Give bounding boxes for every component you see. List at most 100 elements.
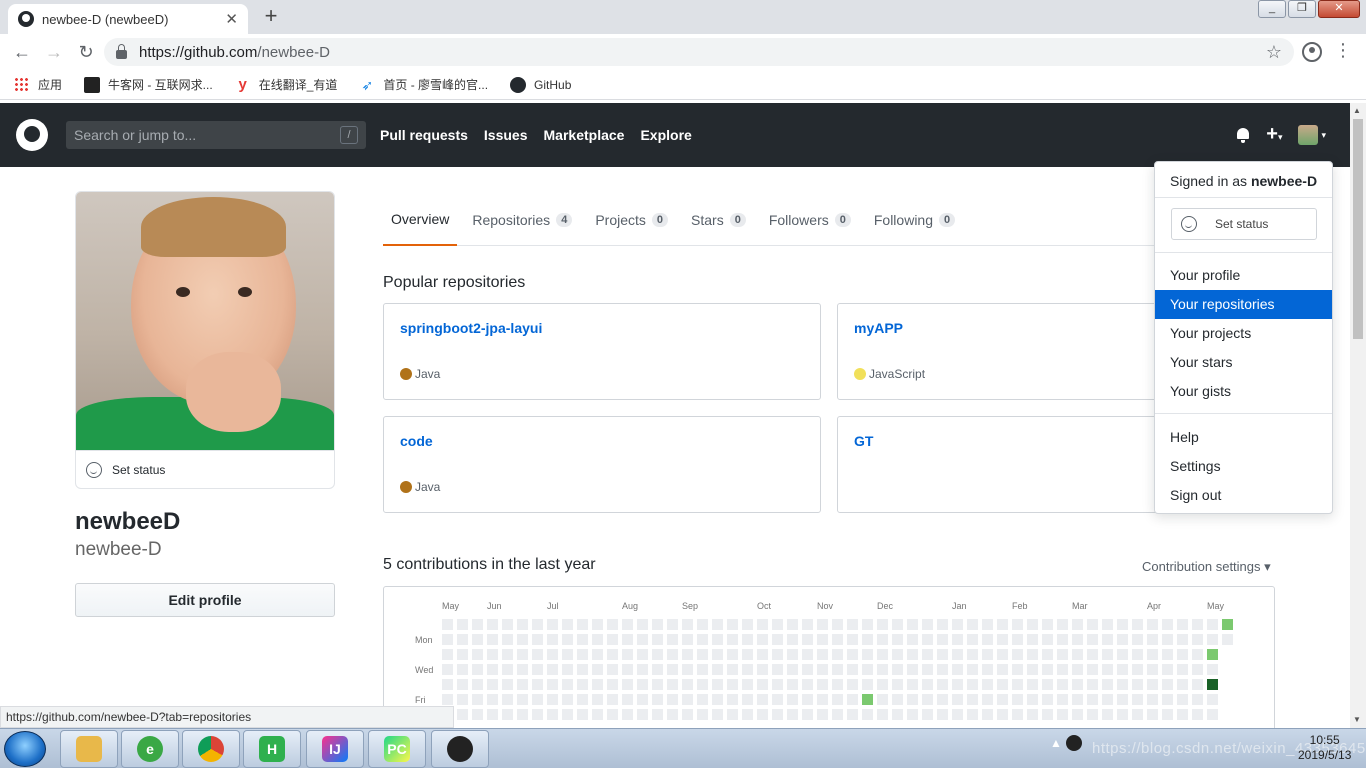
contribution-day-cell[interactable] xyxy=(667,619,678,630)
contribution-day-cell[interactable] xyxy=(1012,619,1023,630)
contribution-day-cell[interactable] xyxy=(1102,709,1113,720)
contribution-day-cell[interactable] xyxy=(1072,664,1083,675)
contribution-day-cell[interactable] xyxy=(562,679,573,690)
menu-help[interactable]: Help xyxy=(1155,423,1332,452)
contribution-day-cell[interactable] xyxy=(1207,709,1218,720)
contribution-day-cell[interactable] xyxy=(487,679,498,690)
contribution-day-cell[interactable] xyxy=(907,634,918,645)
contribution-day-cell[interactable] xyxy=(637,664,648,675)
set-status-button[interactable]: Set status xyxy=(1171,208,1317,240)
contribution-day-cell[interactable] xyxy=(982,694,993,705)
contribution-day-cell[interactable] xyxy=(787,664,798,675)
contribution-day-cell[interactable] xyxy=(1177,694,1188,705)
contribution-day-cell[interactable] xyxy=(577,694,588,705)
contribution-day-cell[interactable] xyxy=(682,664,693,675)
contribution-day-cell[interactable] xyxy=(1162,694,1173,705)
browser-account-icon[interactable] xyxy=(1302,42,1322,62)
contribution-day-cell[interactable] xyxy=(622,649,633,660)
repo-link[interactable]: springboot2-jpa-layui xyxy=(400,320,542,336)
start-button[interactable] xyxy=(4,731,46,767)
contribution-day-cell[interactable] xyxy=(817,634,828,645)
contribution-day-cell[interactable] xyxy=(817,679,828,690)
contribution-day-cell[interactable] xyxy=(1177,679,1188,690)
contribution-day-cell[interactable] xyxy=(952,709,963,720)
contribution-day-cell[interactable] xyxy=(532,634,543,645)
edit-profile-button[interactable]: Edit profile xyxy=(75,583,335,617)
back-icon[interactable]: ← xyxy=(6,42,38,63)
contribution-day-cell[interactable] xyxy=(847,664,858,675)
contribution-day-cell[interactable] xyxy=(1102,634,1113,645)
address-bar[interactable]: https://github.com/newbee-D ☆ xyxy=(104,38,1294,66)
contribution-day-cell[interactable] xyxy=(997,709,1008,720)
contribution-day-cell[interactable] xyxy=(802,619,813,630)
contribution-day-cell[interactable] xyxy=(697,709,708,720)
contribution-day-cell[interactable] xyxy=(682,619,693,630)
contribution-day-cell[interactable] xyxy=(802,634,813,645)
contribution-day-cell[interactable] xyxy=(1207,619,1218,630)
contribution-day-cell[interactable] xyxy=(502,649,513,660)
contribution-day-cell[interactable] xyxy=(622,709,633,720)
contribution-day-cell[interactable] xyxy=(667,649,678,660)
contribution-day-cell[interactable] xyxy=(757,619,768,630)
contribution-day-cell[interactable] xyxy=(937,619,948,630)
contribution-day-cell[interactable] xyxy=(1147,679,1158,690)
contribution-day-cell[interactable] xyxy=(1132,634,1143,645)
contribution-day-cell[interactable] xyxy=(592,679,603,690)
contribution-day-cell[interactable] xyxy=(832,649,843,660)
contribution-day-cell[interactable] xyxy=(1222,619,1233,630)
contribution-day-cell[interactable] xyxy=(817,709,828,720)
contribution-day-cell[interactable] xyxy=(1132,649,1143,660)
contribution-day-cell[interactable] xyxy=(1102,649,1113,660)
bookmark-youdao[interactable]: y 在线翻译_有道 xyxy=(235,76,338,93)
contribution-day-cell[interactable] xyxy=(1042,619,1053,630)
contribution-day-cell[interactable] xyxy=(892,664,903,675)
contribution-day-cell[interactable] xyxy=(1162,649,1173,660)
contribution-day-cell[interactable] xyxy=(712,619,723,630)
menu-your-profile[interactable]: Your profile xyxy=(1155,261,1332,290)
contribution-day-cell[interactable] xyxy=(1192,619,1203,630)
contribution-day-cell[interactable] xyxy=(967,679,978,690)
contribution-day-cell[interactable] xyxy=(697,679,708,690)
contribution-day-cell[interactable] xyxy=(832,709,843,720)
contribution-day-cell[interactable] xyxy=(562,619,573,630)
contribution-day-cell[interactable] xyxy=(1027,619,1038,630)
contribution-day-cell[interactable] xyxy=(952,664,963,675)
contribution-day-cell[interactable] xyxy=(832,679,843,690)
contribution-settings-dropdown[interactable]: Contribution settings ▾ xyxy=(1142,559,1271,575)
contribution-day-cell[interactable] xyxy=(832,664,843,675)
reload-icon[interactable]: ↻ xyxy=(70,42,102,63)
contribution-day-cell[interactable] xyxy=(742,649,753,660)
contribution-day-cell[interactable] xyxy=(907,709,918,720)
contribution-day-cell[interactable] xyxy=(937,709,948,720)
contribution-day-cell[interactable] xyxy=(1012,634,1023,645)
minimize-button[interactable]: _ xyxy=(1258,0,1286,18)
tray-expand-icon[interactable]: ▲ xyxy=(1050,736,1062,750)
contribution-day-cell[interactable] xyxy=(682,649,693,660)
contribution-day-cell[interactable] xyxy=(877,679,888,690)
contribution-day-cell[interactable] xyxy=(562,634,573,645)
contribution-day-cell[interactable] xyxy=(1057,619,1068,630)
contribution-day-cell[interactable] xyxy=(697,694,708,705)
contribution-day-cell[interactable] xyxy=(472,664,483,675)
contribution-day-cell[interactable] xyxy=(1057,634,1068,645)
bookmark-star-icon[interactable]: ☆ xyxy=(1266,42,1282,63)
contribution-day-cell[interactable] xyxy=(1072,679,1083,690)
contribution-day-cell[interactable] xyxy=(1192,649,1203,660)
contribution-day-cell[interactable] xyxy=(607,664,618,675)
contribution-day-cell[interactable] xyxy=(592,649,603,660)
contribution-day-cell[interactable] xyxy=(907,679,918,690)
contribution-day-cell[interactable] xyxy=(547,619,558,630)
contribution-day-cell[interactable] xyxy=(1132,694,1143,705)
contribution-day-cell[interactable] xyxy=(1162,709,1173,720)
contribution-day-cell[interactable] xyxy=(772,664,783,675)
contribution-day-cell[interactable] xyxy=(877,634,888,645)
contribution-day-cell[interactable] xyxy=(787,634,798,645)
contribution-day-cell[interactable] xyxy=(1027,634,1038,645)
contribution-day-cell[interactable] xyxy=(727,649,738,660)
contribution-day-cell[interactable] xyxy=(517,709,528,720)
contribution-day-cell[interactable] xyxy=(577,709,588,720)
contribution-day-cell[interactable] xyxy=(712,694,723,705)
contribution-day-cell[interactable] xyxy=(547,649,558,660)
contribution-day-cell[interactable] xyxy=(1132,619,1143,630)
contribution-day-cell[interactable] xyxy=(517,694,528,705)
